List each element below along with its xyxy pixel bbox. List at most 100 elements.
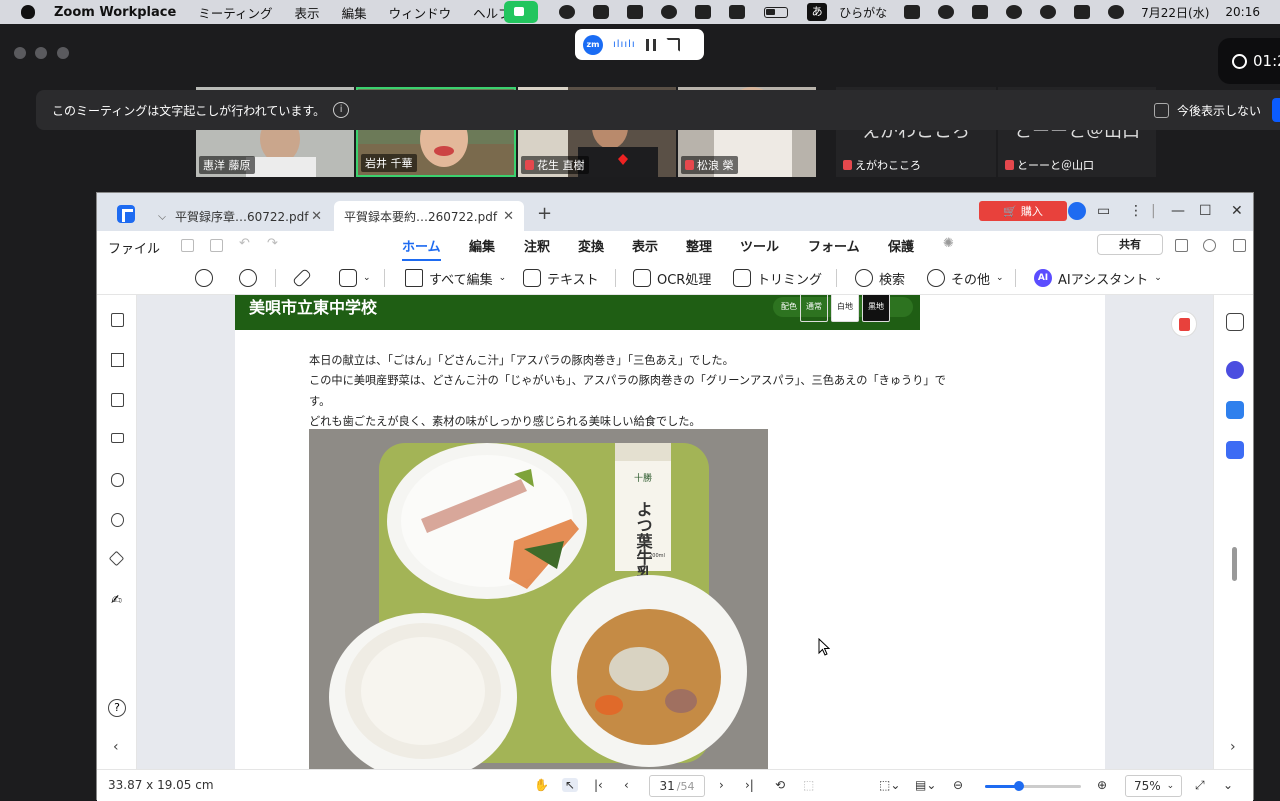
new-tab-button[interactable]: + (537, 203, 552, 224)
first-page-icon[interactable]: |‹ (594, 778, 603, 792)
ocr-button[interactable]: OCR処理 (633, 267, 711, 289)
close-window-icon[interactable]: ✕ (1231, 203, 1243, 219)
layers-icon[interactable] (108, 550, 125, 567)
zoom-out-button[interactable] (195, 267, 213, 289)
apple-icon[interactable] (21, 5, 35, 19)
menu-view[interactable]: 表示 (632, 236, 658, 255)
previous-page-icon[interactable]: ‹ (624, 778, 629, 792)
menubar-date[interactable]: 7月22日(水) (1141, 4, 1209, 21)
menu-tools[interactable]: ツール (740, 236, 779, 255)
window-zoom-button[interactable] (57, 47, 69, 59)
spotlight-icon[interactable] (1040, 5, 1057, 19)
keyboard-icon[interactable] (972, 5, 989, 19)
menu-home[interactable]: ホーム (402, 236, 441, 261)
cloud-upload-icon[interactable] (1203, 239, 1216, 252)
print-icon[interactable] (210, 239, 223, 252)
page-number-field[interactable]: 31/54 (649, 775, 705, 797)
more-options-icon[interactable]: ⋮ (1129, 203, 1143, 219)
collapse-ribbon-icon[interactable] (1233, 239, 1246, 252)
window-close-button[interactable] (14, 47, 26, 59)
status-app-icon[interactable] (661, 5, 678, 19)
zoom-level-select[interactable]: 75% ⌄ (1125, 775, 1182, 797)
fullscreen-icon[interactable]: ⤢ (1195, 778, 1205, 793)
hand-tool-icon[interactable]: ✋ (534, 778, 549, 792)
hierarchy-icon[interactable] (1175, 239, 1188, 252)
close-tab-icon[interactable]: ✕ (503, 209, 514, 224)
next-page-icon[interactable]: › (719, 778, 724, 792)
search-button[interactable]: 検索 (855, 267, 905, 289)
time-machine-icon[interactable] (1006, 5, 1023, 19)
attachment-icon[interactable] (111, 473, 124, 487)
share-button[interactable]: 共有 (1097, 234, 1163, 255)
notice-action-button[interactable] (1272, 98, 1280, 122)
menu-meeting[interactable]: ミーティング (198, 3, 272, 22)
menu-window[interactable]: ウィンドウ (389, 3, 452, 22)
menu-edit[interactable]: 編集 (342, 3, 367, 22)
zoom-video-status-icon[interactable] (504, 1, 539, 23)
minimize-icon[interactable]: — (1171, 203, 1185, 219)
zoom-slider[interactable] (985, 781, 1081, 791)
zoom-menubar-icon[interactable] (559, 5, 576, 19)
input-source-icon[interactable]: あ (807, 3, 828, 21)
document-canvas[interactable]: 美唄市立東中学校 配色 通常 白地 黒地 本日の献立は、「ごはん」「どさんこ汁」… (137, 295, 1213, 769)
dont-show-again-checkbox[interactable] (1154, 103, 1169, 118)
help-icon[interactable]: ? (108, 699, 126, 717)
zoom-in-icon[interactable]: ⊕ (1097, 778, 1107, 792)
comment-icon[interactable] (111, 393, 124, 407)
select-tool-icon[interactable]: ↖ (562, 778, 579, 792)
menu-annotate[interactable]: 注釈 (524, 236, 550, 255)
status-menu-icon[interactable]: ⌄ (1223, 778, 1233, 792)
menubar-time[interactable]: 20:16 (1225, 5, 1260, 19)
highlight-button[interactable] (292, 267, 312, 289)
tab-document-2[interactable]: 平賀録本要約…260722.pdf ✕ (334, 201, 524, 231)
last-page-icon[interactable]: ›| (745, 778, 754, 792)
pdf-tools-float-icon[interactable] (1171, 311, 1197, 337)
wifi-icon[interactable] (904, 5, 921, 19)
signature-icon[interactable]: ✍ (111, 593, 124, 608)
page-mode-icon[interactable]: ⬚⌄ (879, 778, 900, 792)
menu-convert[interactable]: 変換 (578, 236, 604, 255)
page-thumbnails-icon[interactable] (111, 313, 124, 327)
dont-show-again-option[interactable]: 今後表示しない (1154, 102, 1261, 119)
battery-icon[interactable] (764, 6, 789, 18)
task-check-icon[interactable] (1226, 441, 1244, 459)
menu-forms[interactable]: フォーム (808, 236, 860, 255)
search-icon[interactable] (111, 513, 124, 527)
file-menu[interactable]: ファイル (108, 238, 160, 257)
crop-button[interactable]: トリミング (733, 267, 822, 289)
menu-edit[interactable]: 編集 (469, 236, 495, 255)
tab-document-1[interactable]: 平賀録序章…60722.pdf ✕ (147, 201, 332, 231)
zoom-in-button[interactable] (239, 267, 257, 289)
control-center-icon[interactable] (1074, 5, 1091, 19)
vertical-scrollbar[interactable] (1232, 547, 1237, 581)
expand-icon[interactable] (665, 37, 680, 52)
rotate-page-icon[interactable]: ⟲ (775, 778, 785, 792)
redo-icon[interactable]: ↷ (267, 236, 278, 251)
collapse-left-icon[interactable]: ‹ (113, 739, 119, 755)
buy-button[interactable]: 🛒 購入 (979, 201, 1067, 221)
user-icon[interactable] (938, 5, 955, 19)
properties-sliders-icon[interactable] (1226, 313, 1244, 331)
close-tab-icon[interactable]: ✕ (311, 209, 322, 224)
maximize-icon[interactable]: ☐ (1199, 203, 1212, 219)
translate-icon[interactable] (1226, 401, 1244, 419)
volume-icon[interactable] (695, 5, 712, 19)
zoom-slider-knob[interactable] (1013, 781, 1024, 791)
lightbulb-icon[interactable]: ✺ (943, 236, 954, 251)
dropbox-icon[interactable] (627, 5, 644, 19)
ai-chat-icon[interactable] (1226, 361, 1244, 379)
expand-right-icon[interactable]: › (1230, 739, 1236, 755)
ai-assistant-button[interactable]: AI AIアシスタント ⌄ (1034, 267, 1162, 289)
menu-organize[interactable]: 整理 (686, 236, 712, 255)
layers-list-icon[interactable] (111, 433, 124, 443)
menu-protect[interactable]: 保護 (888, 236, 914, 255)
window-minimize-button[interactable] (35, 47, 47, 59)
siri-icon[interactable] (1108, 5, 1125, 19)
bookmark-icon[interactable] (111, 353, 124, 367)
line-app-icon[interactable] (593, 5, 610, 19)
menu-view[interactable]: 表示 (295, 3, 320, 22)
input-mode-label[interactable]: ひらがな (839, 4, 887, 21)
zoom-out-icon[interactable]: ⊖ (953, 778, 963, 792)
account-avatar[interactable] (1068, 202, 1086, 220)
page-layout-icon[interactable]: ▤⌄ (915, 778, 936, 792)
